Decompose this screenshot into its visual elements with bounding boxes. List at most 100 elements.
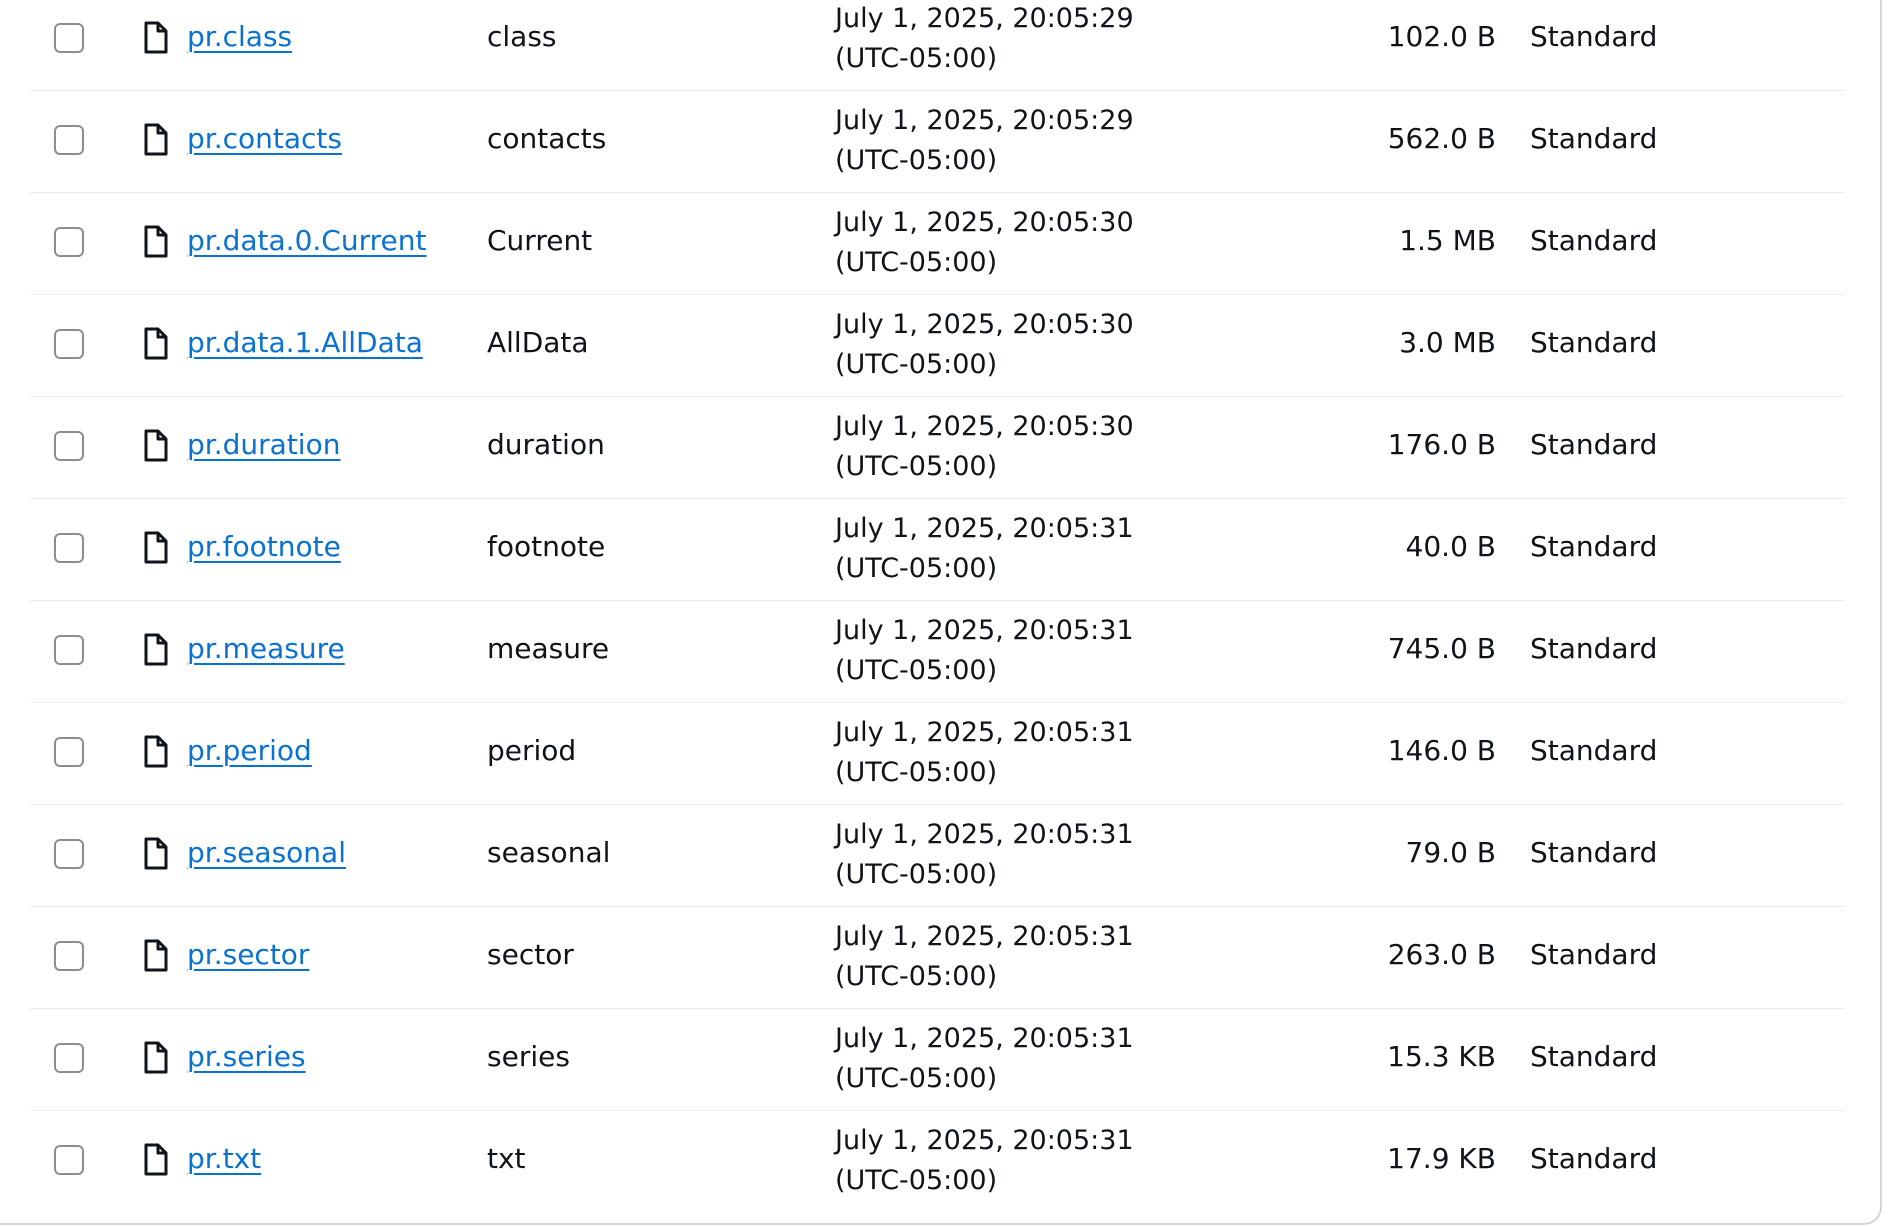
storage-class: Standard: [1530, 530, 1658, 563]
object-type: Current: [487, 224, 593, 257]
object-name-link[interactable]: pr.data.0.Current: [187, 223, 426, 259]
row-select-checkbox[interactable]: [54, 23, 84, 53]
last-modified: July 1, 2025, 20:05:31 (UTC-05:00): [835, 611, 1134, 691]
object-name-link[interactable]: pr.class: [187, 19, 292, 55]
object-name-link[interactable]: pr.txt: [187, 1141, 261, 1177]
last-modified-date: July 1, 2025, 20:05:30: [835, 411, 1134, 442]
last-modified: July 1, 2025, 20:05:30 (UTC-05:00): [835, 305, 1134, 385]
object-size: 1.5 MB: [1399, 224, 1496, 257]
object-size: 3.0 MB: [1399, 326, 1496, 359]
object-size: 176.0 B: [1387, 428, 1496, 461]
storage-class: Standard: [1530, 734, 1658, 767]
object-row: pr.footnote footnote July 1, 2025, 20:05…: [30, 499, 1844, 601]
last-modified-timezone: (UTC-05:00): [835, 655, 998, 686]
object-type: txt: [487, 1142, 526, 1175]
last-modified-timezone: (UTC-05:00): [835, 451, 998, 482]
last-modified: July 1, 2025, 20:05:31 (UTC-05:00): [835, 917, 1134, 997]
last-modified-timezone: (UTC-05:00): [835, 247, 998, 278]
object-name-link[interactable]: pr.period: [187, 733, 312, 769]
last-modified-date: July 1, 2025, 20:05:29: [835, 105, 1134, 136]
last-modified-date: July 1, 2025, 20:05:31: [835, 615, 1134, 646]
last-modified-timezone: (UTC-05:00): [835, 145, 998, 176]
last-modified-date: July 1, 2025, 20:05:31: [835, 1125, 1134, 1156]
row-select-checkbox[interactable]: [54, 431, 84, 461]
object-type: contacts: [487, 122, 607, 155]
object-name-link[interactable]: pr.contacts: [187, 121, 342, 157]
object-name-link[interactable]: pr.series: [187, 1039, 306, 1075]
last-modified: July 1, 2025, 20:05:31 (UTC-05:00): [835, 1121, 1134, 1201]
last-modified-timezone: (UTC-05:00): [835, 1063, 998, 1094]
storage-class: Standard: [1530, 326, 1658, 359]
object-type: measure: [487, 632, 610, 665]
last-modified: July 1, 2025, 20:05:30 (UTC-05:00): [835, 203, 1134, 283]
last-modified-timezone: (UTC-05:00): [835, 757, 998, 788]
object-row: pr.series series July 1, 2025, 20:05:31 …: [30, 1009, 1844, 1111]
storage-class: Standard: [1530, 122, 1658, 155]
row-select-checkbox[interactable]: [54, 635, 84, 665]
object-row: pr.period period July 1, 2025, 20:05:31 …: [30, 703, 1844, 805]
row-select-checkbox[interactable]: [54, 227, 84, 257]
storage-class: Standard: [1530, 836, 1658, 869]
last-modified-date: July 1, 2025, 20:05:31: [835, 717, 1134, 748]
object-type: duration: [487, 428, 605, 461]
last-modified-timezone: (UTC-05:00): [835, 859, 998, 890]
object-type: period: [487, 734, 577, 767]
row-select-checkbox[interactable]: [54, 533, 84, 563]
object-name-link[interactable]: pr.sector: [187, 937, 309, 973]
object-name-link[interactable]: pr.duration: [187, 427, 340, 463]
object-name-link[interactable]: pr.seasonal: [187, 835, 346, 871]
last-modified: July 1, 2025, 20:05:31 (UTC-05:00): [835, 815, 1134, 895]
last-modified-date: July 1, 2025, 20:05:29: [835, 3, 1134, 34]
object-type: sector: [487, 938, 574, 971]
object-row: pr.sector sector July 1, 2025, 20:05:31 …: [30, 907, 1844, 1009]
object-row: pr.class class July 1, 2025, 20:05:29 (U…: [30, 0, 1844, 91]
object-type: AllData: [487, 326, 589, 359]
object-row: pr.duration duration July 1, 2025, 20:05…: [30, 397, 1844, 499]
storage-class: Standard: [1530, 428, 1658, 461]
storage-class: Standard: [1530, 1040, 1658, 1073]
object-size: 146.0 B: [1387, 734, 1496, 767]
last-modified: July 1, 2025, 20:05:29 (UTC-05:00): [835, 0, 1134, 79]
file-icon: [143, 123, 169, 157]
object-size: 40.0 B: [1405, 530, 1496, 563]
file-icon: [143, 939, 169, 973]
row-select-checkbox[interactable]: [54, 1043, 84, 1073]
row-select-checkbox[interactable]: [54, 125, 84, 155]
object-name-link[interactable]: pr.measure: [187, 631, 345, 667]
object-name-link[interactable]: pr.data.1.AllData: [187, 325, 423, 361]
file-icon: [143, 327, 169, 361]
last-modified-timezone: (UTC-05:00): [835, 43, 998, 74]
last-modified: July 1, 2025, 20:05:30 (UTC-05:00): [835, 407, 1134, 487]
last-modified-timezone: (UTC-05:00): [835, 1165, 998, 1196]
last-modified-date: July 1, 2025, 20:05:30: [835, 207, 1134, 238]
object-type: class: [487, 20, 557, 53]
row-select-checkbox[interactable]: [54, 737, 84, 767]
object-size: 79.0 B: [1405, 836, 1496, 869]
object-row: pr.seasonal seasonal July 1, 2025, 20:05…: [30, 805, 1844, 907]
object-type: series: [487, 1040, 570, 1073]
object-row: pr.measure measure July 1, 2025, 20:05:3…: [30, 601, 1844, 703]
object-size: 102.0 B: [1387, 20, 1496, 53]
storage-class: Standard: [1530, 224, 1658, 257]
object-size: 17.9 KB: [1387, 1142, 1496, 1175]
last-modified: July 1, 2025, 20:05:29 (UTC-05:00): [835, 101, 1134, 181]
last-modified: July 1, 2025, 20:05:31 (UTC-05:00): [835, 1019, 1134, 1099]
object-row: pr.txt txt July 1, 2025, 20:05:31 (UTC-0…: [30, 1111, 1844, 1213]
object-size: 263.0 B: [1387, 938, 1496, 971]
last-modified-date: July 1, 2025, 20:05:31: [835, 921, 1134, 952]
object-row: pr.data.1.AllData AllData July 1, 2025, …: [30, 295, 1844, 397]
object-size: 745.0 B: [1387, 632, 1496, 665]
row-select-checkbox[interactable]: [54, 941, 84, 971]
file-icon: [143, 735, 169, 769]
object-name-link[interactable]: pr.footnote: [187, 529, 341, 565]
row-select-checkbox[interactable]: [54, 1145, 84, 1175]
object-type: footnote: [487, 530, 606, 563]
file-icon: [143, 633, 169, 667]
object-type: seasonal: [487, 836, 611, 869]
last-modified-timezone: (UTC-05:00): [835, 961, 998, 992]
file-icon: [143, 1041, 169, 1075]
row-select-checkbox[interactable]: [54, 329, 84, 359]
object-size: 562.0 B: [1387, 122, 1496, 155]
file-icon: [143, 21, 169, 55]
row-select-checkbox[interactable]: [54, 839, 84, 869]
